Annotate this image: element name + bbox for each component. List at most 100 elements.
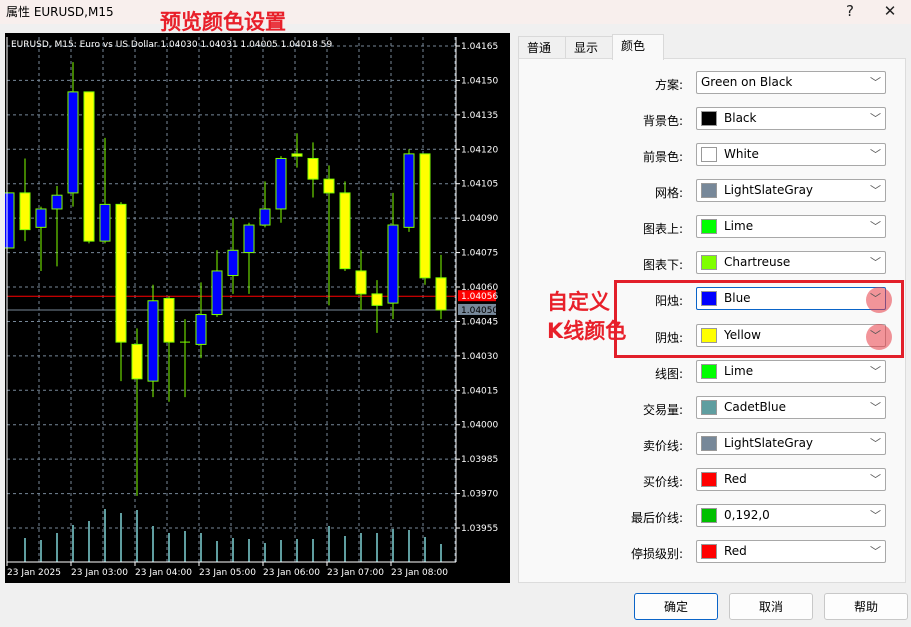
candle-body — [131, 343, 143, 380]
color-value: CadetBlue — [724, 400, 786, 414]
annotation-custom-line1: 自定义 — [547, 290, 610, 314]
x-tick-label: 23 Jan 06:00 — [263, 568, 320, 578]
color-swatch — [701, 436, 717, 451]
y-tick-label: 1.04000 — [461, 421, 498, 431]
x-tick-label: 23 Jan 03:00 — [71, 568, 128, 578]
candle-body — [371, 293, 383, 306]
candle-body — [35, 208, 47, 228]
color-row-2-select[interactable]: LightSlateGray ﹀ — [696, 179, 886, 202]
color-row-3-select[interactable]: Lime ﹀ — [696, 215, 886, 238]
candle-body — [259, 208, 271, 226]
x-tick-label: 23 Jan 08:00 — [391, 568, 448, 578]
window-title: 属性 EURUSD,M15 — [6, 5, 114, 19]
chevron-down-icon: ﹀ — [870, 365, 881, 378]
chart-preview: 1.04165 1.04150 1.04135 1.04120 1.04105 1.040… — [3, 33, 510, 583]
y-tick-label: 1.04090 — [461, 214, 498, 224]
y-tick-label: 1.04015 — [461, 386, 498, 396]
candle-body — [339, 192, 351, 270]
y-tick-label: 1.04135 — [461, 111, 498, 121]
x-tick-label: 23 Jan 04:00 — [135, 568, 192, 578]
cancel-button[interactable]: 取消 — [729, 593, 813, 620]
color-row-4-select[interactable]: Chartreuse ﹀ — [696, 251, 886, 274]
help-icon[interactable]: ? — [835, 0, 865, 22]
tab-colors[interactable]: 颜色 — [612, 34, 664, 60]
candle-body — [387, 224, 399, 304]
color-value: Lime — [724, 219, 754, 233]
color-row-1-select[interactable]: White ﹀ — [696, 143, 886, 166]
chevron-down-icon: ﹀ — [870, 76, 881, 89]
color-row-12-label: 停损级别: — [630, 547, 683, 561]
chevron-down-icon: ﹀ — [870, 220, 881, 233]
color-row-8-select[interactable]: CadetBlue ﹀ — [696, 396, 886, 419]
ask-price-label: 1.04056 — [461, 292, 498, 302]
color-row-3-label: 图表上: — [642, 222, 683, 236]
tab-display[interactable]: 显示 — [565, 36, 614, 59]
color-swatch — [701, 364, 717, 379]
y-tick-label: 1.04045 — [461, 317, 498, 327]
x-tick-label: 23 Jan 07:00 — [327, 568, 384, 578]
color-row-4-label: 图表下: — [642, 258, 683, 272]
color-value: White — [724, 147, 759, 161]
candle-body — [83, 91, 95, 242]
color-value: Lime — [724, 364, 754, 378]
color-row-0-label: 背景色: — [642, 114, 683, 128]
x-tick-label: 23 Jan 05:00 — [199, 568, 256, 578]
x-tick-label: 23 Jan 2025 — [7, 568, 61, 578]
candle-body — [403, 153, 415, 228]
color-row-11-label: 最后价线: — [630, 511, 683, 525]
chevron-down-icon: ﹀ — [870, 256, 881, 269]
color-value: Chartreuse — [724, 255, 791, 269]
chevron-down-icon: ﹀ — [870, 473, 881, 486]
color-row-10-select[interactable]: Red ﹀ — [696, 468, 886, 491]
chevron-down-icon: ﹀ — [870, 437, 881, 450]
color-value: LightSlateGray — [724, 436, 814, 450]
candle-body — [275, 157, 287, 210]
candle-body — [19, 192, 31, 231]
y-tick-label: 1.03955 — [461, 524, 498, 534]
candle-body — [115, 203, 127, 343]
help-button[interactable]: 帮助 — [824, 593, 908, 620]
title-bar: 属性 EURUSD,M15 ? ✕ — [0, 0, 911, 24]
candle-body — [419, 153, 431, 279]
candle-body — [3, 192, 15, 249]
scheme-label: 方案: — [654, 78, 683, 92]
y-tick-label: 1.04120 — [461, 145, 498, 155]
candle-body — [99, 203, 111, 242]
color-row-8-label: 交易量: — [642, 403, 683, 417]
chevron-down-icon: ﹀ — [870, 545, 881, 558]
color-row-9-label: 卖价线: — [642, 439, 683, 453]
candle-body — [147, 300, 159, 382]
candle-body — [323, 178, 335, 194]
annotation-custom: 自定义 K线颜色 — [547, 288, 626, 346]
color-row-11-select[interactable]: 0,192,0 ﹀ — [696, 504, 886, 527]
y-tick-label: 1.04165 — [461, 42, 498, 52]
y-tick-label: 1.03985 — [461, 455, 498, 465]
color-row-9-select[interactable]: LightSlateGray ﹀ — [696, 432, 886, 455]
chevron-down-icon: ﹀ — [870, 112, 881, 125]
chevron-down-icon: ﹀ — [870, 509, 881, 522]
color-swatch — [701, 183, 717, 198]
color-row-10-label: 买价线: — [642, 475, 683, 489]
color-swatch — [701, 472, 717, 487]
color-row-12-select[interactable]: Red ﹀ — [696, 540, 886, 563]
color-swatch — [701, 255, 717, 270]
scheme-select[interactable]: Green on Black ﹀ — [696, 71, 886, 94]
color-row-0-select[interactable]: Black ﹀ — [696, 107, 886, 130]
y-tick-label: 1.04030 — [461, 352, 498, 362]
chevron-down-icon: ﹀ — [870, 184, 881, 197]
color-value: Red — [724, 472, 747, 486]
chart-header: EURUSD, M15: Euro vs US Dollar 1.04030 1… — [11, 40, 332, 50]
color-value: 0,192,0 — [724, 508, 770, 522]
y-tick-label: 1.03970 — [461, 490, 498, 500]
color-swatch — [701, 400, 717, 415]
color-value: Black — [724, 111, 757, 125]
ok-button[interactable]: 确定 — [634, 593, 718, 620]
y-tick-label: 1.04150 — [461, 76, 498, 86]
color-swatch — [701, 147, 717, 162]
color-row-7-select[interactable]: Lime ﹀ — [696, 360, 886, 383]
color-value: Red — [724, 544, 747, 558]
close-icon[interactable]: ✕ — [875, 0, 905, 22]
candle-body — [307, 157, 319, 180]
chevron-down-icon: ﹀ — [870, 148, 881, 161]
color-row-2-label: 网格: — [654, 186, 683, 200]
